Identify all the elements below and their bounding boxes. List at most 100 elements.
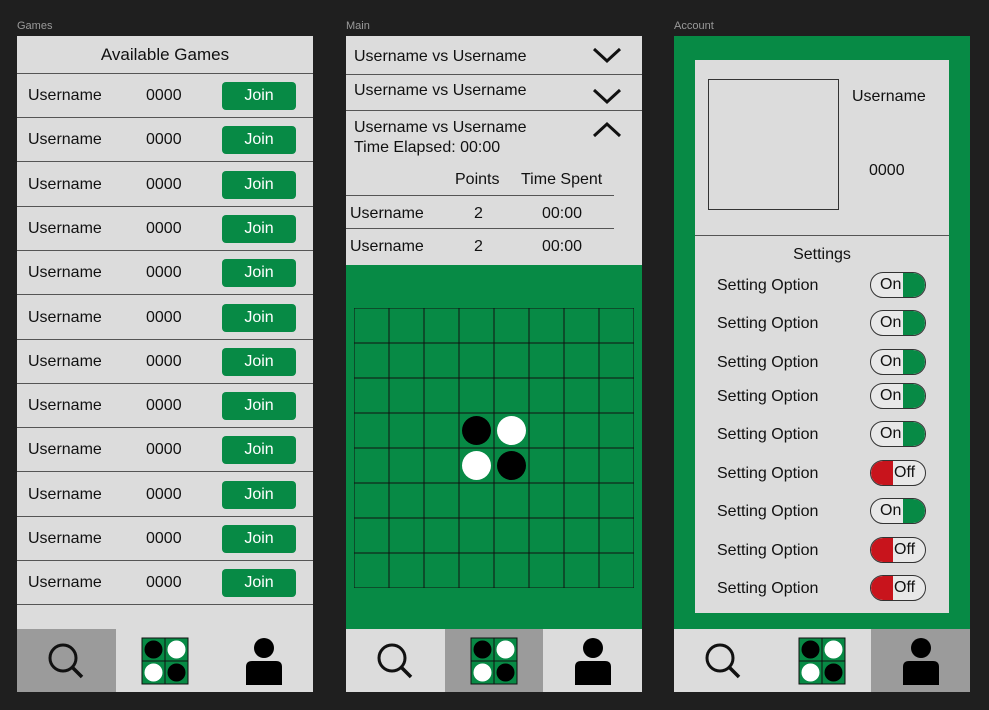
board-cell[interactable] (528, 412, 565, 449)
board-cell[interactable] (388, 412, 425, 449)
setting-toggle[interactable]: On (870, 349, 926, 375)
board-cell[interactable] (563, 447, 600, 484)
board-cell[interactable] (598, 308, 634, 344)
board-cell[interactable] (388, 552, 425, 588)
board-cell[interactable] (354, 342, 390, 379)
join-button[interactable]: Join (222, 480, 296, 509)
board-cell[interactable] (354, 412, 390, 449)
join-button[interactable]: Join (222, 569, 296, 598)
board-cell[interactable] (388, 482, 425, 519)
board-cell[interactable] (528, 482, 565, 519)
board-cell[interactable] (528, 377, 565, 414)
board-cell[interactable] (354, 377, 390, 414)
board-cell[interactable] (598, 412, 634, 449)
board-cell[interactable] (423, 308, 460, 344)
join-button[interactable]: Join (222, 82, 296, 110)
board-cell[interactable] (598, 552, 634, 588)
game-score: 0000 (146, 131, 182, 149)
board-cell[interactable] (563, 482, 600, 519)
board-cell[interactable] (563, 308, 600, 344)
setting-toggle[interactable]: On (870, 310, 926, 336)
board-cell[interactable] (458, 482, 495, 519)
board-cell[interactable] (423, 517, 460, 554)
join-button[interactable]: Join (222, 392, 296, 421)
board-cell[interactable] (388, 342, 425, 379)
board-cell[interactable] (423, 342, 460, 379)
board-cell[interactable] (458, 552, 495, 588)
join-button[interactable]: Join (222, 347, 296, 376)
board-cell[interactable] (388, 308, 425, 344)
board-cell[interactable] (493, 482, 530, 519)
toggle-knob (871, 461, 893, 485)
board-cell[interactable] (423, 552, 460, 588)
nav-game[interactable] (444, 629, 544, 692)
match-row[interactable]: Username vs Username (346, 75, 642, 111)
setting-toggle[interactable]: On (870, 498, 926, 524)
chevron-down-icon[interactable] (592, 87, 622, 105)
board-cell[interactable] (493, 552, 530, 588)
board-cell[interactable] (528, 552, 565, 588)
board-cell[interactable] (528, 517, 565, 554)
board-cell[interactable] (598, 482, 634, 519)
board-cell[interactable] (423, 482, 460, 519)
board-cell[interactable] (598, 377, 634, 414)
game-board[interactable] (354, 308, 634, 588)
chevron-down-icon[interactable] (592, 46, 622, 64)
nav-search[interactable] (17, 629, 116, 692)
board-cell[interactable] (388, 447, 425, 484)
join-button[interactable]: Join (222, 259, 296, 288)
board-cell[interactable] (528, 342, 565, 379)
toggle-knob (903, 311, 925, 335)
board-cell[interactable] (423, 447, 460, 484)
setting-toggle[interactable]: On (870, 272, 926, 298)
board-cell[interactable] (598, 517, 634, 554)
setting-toggle[interactable]: Off (870, 460, 926, 486)
board-cell[interactable] (598, 447, 634, 484)
board-cell[interactable] (388, 377, 425, 414)
board-cell[interactable] (458, 377, 495, 414)
nav-search[interactable] (346, 629, 445, 692)
board-cell[interactable] (388, 517, 425, 554)
setting-toggle[interactable]: Off (870, 537, 926, 563)
setting-toggle[interactable]: On (870, 383, 926, 409)
board-cell[interactable] (458, 308, 495, 344)
board-cell[interactable] (458, 342, 495, 379)
board-cell[interactable] (493, 377, 530, 414)
board-cell[interactable] (354, 482, 390, 519)
match-row[interactable]: Username vs Username (346, 36, 642, 75)
board-cell[interactable] (528, 308, 565, 344)
board-cell[interactable] (598, 342, 634, 379)
nav-game[interactable] (772, 629, 872, 692)
join-button[interactable]: Join (222, 126, 296, 155)
nav-game[interactable] (115, 629, 215, 692)
join-button[interactable]: Join (222, 303, 296, 332)
board-cell[interactable] (423, 412, 460, 449)
board-cell[interactable] (458, 517, 495, 554)
join-button[interactable]: Join (222, 214, 296, 243)
board-cell[interactable] (563, 342, 600, 379)
board-cell[interactable] (493, 308, 530, 344)
nav-account[interactable] (871, 629, 971, 692)
join-button[interactable]: Join (222, 436, 296, 465)
board-cell[interactable] (563, 377, 600, 414)
board-cell[interactable] (563, 517, 600, 554)
board-cell[interactable] (423, 377, 460, 414)
board-cell[interactable] (493, 342, 530, 379)
nav-account[interactable] (214, 629, 314, 692)
nav-search[interactable] (674, 629, 773, 692)
board-cell[interactable] (354, 308, 390, 344)
join-button[interactable]: Join (222, 525, 296, 553)
setting-toggle[interactable]: Off (870, 575, 926, 601)
board-cell[interactable] (528, 447, 565, 484)
chevron-up-icon[interactable] (592, 121, 622, 139)
setting-toggle[interactable]: On (870, 421, 926, 447)
join-button[interactable]: Join (222, 170, 296, 199)
avatar[interactable] (708, 79, 839, 210)
board-cell[interactable] (354, 447, 390, 484)
nav-account[interactable] (543, 629, 643, 692)
board-cell[interactable] (563, 412, 600, 449)
board-cell[interactable] (354, 552, 390, 588)
board-cell[interactable] (563, 552, 600, 588)
board-cell[interactable] (493, 517, 530, 554)
board-cell[interactable] (354, 517, 390, 554)
